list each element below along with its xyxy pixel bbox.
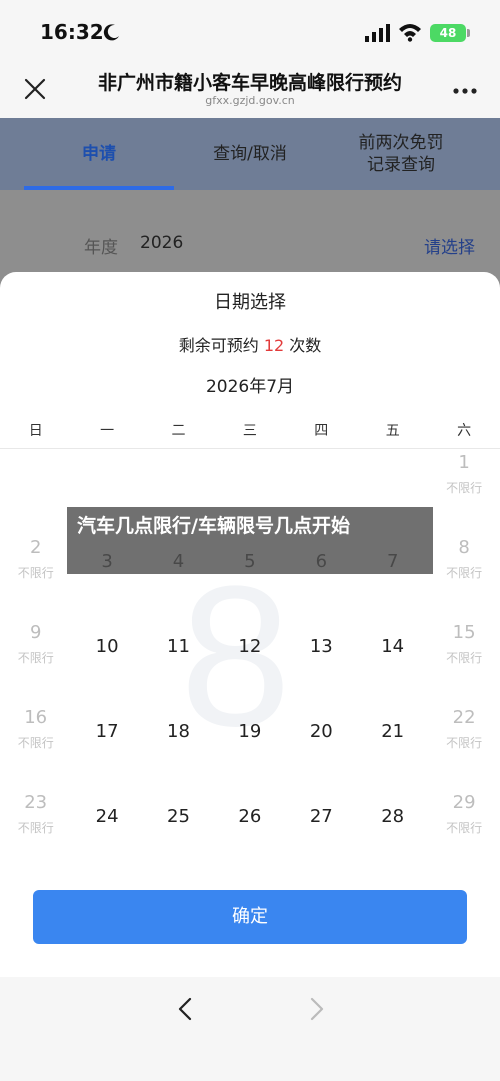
weekday-thu: 四: [314, 423, 329, 439]
status-bar: 16:32 48: [0, 0, 500, 62]
calendar-day-number: 19: [238, 721, 262, 742]
confirm-button[interactable]: 确定: [33, 890, 467, 944]
calendar-day-number: 18: [167, 721, 190, 742]
calendar-day-number: 1: [458, 452, 470, 473]
calendar-day-note: 不限行: [17, 566, 54, 580]
calendar-day[interactable]: 13: [286, 636, 357, 657]
weekday-tue: 二: [171, 423, 186, 439]
calendar-day-number: 13: [309, 636, 333, 657]
calendar-day-number: 23: [24, 792, 48, 813]
calendar-day-number: 21: [381, 721, 405, 742]
weekday-wed: 三: [242, 423, 257, 439]
year-value: 2026: [140, 233, 184, 253]
calendar-day-note: 不限行: [17, 821, 54, 835]
calendar-day: 9 不限行: [0, 622, 71, 666]
calendar-day[interactable]: 26: [214, 806, 285, 827]
calendar-day: 1 不限行: [428, 452, 499, 496]
calendar-day-note: 不限行: [446, 566, 483, 580]
calendar-day-note: 不限行: [17, 651, 54, 665]
signal-icon: [365, 24, 390, 42]
weekday-divider: [0, 448, 500, 449]
calendar-day[interactable]: 25: [143, 806, 214, 827]
remaining-count-text: 剩余可预约 12 次数: [0, 332, 500, 356]
tab-apply[interactable]: 申请: [24, 118, 174, 190]
remaining-prefix: 剩余可预约: [178, 336, 259, 355]
wifi-icon: [399, 24, 421, 42]
calendar-day-note: 不限行: [446, 821, 483, 835]
year-row: 年度 2026 请选择: [0, 190, 500, 272]
calendar-day: 8 不限行: [428, 537, 499, 581]
page-title: 非广州市籍小客车早晚高峰限行预约: [97, 72, 402, 94]
calendar-day-number: 12: [238, 636, 262, 657]
moon-icon: [103, 24, 119, 41]
calendar-day-number: 27: [309, 806, 333, 827]
calendar-day-number: 14: [381, 636, 405, 657]
calendar-day-number: 25: [167, 806, 190, 827]
calendar-day[interactable]: 18: [143, 721, 214, 742]
calendar-day-number: 22: [452, 707, 476, 728]
calendar-day-number: 2: [29, 537, 42, 558]
remaining-suffix: 次数: [289, 336, 322, 355]
calendar-day-number: 15: [452, 622, 476, 643]
title-bar: 非广州市籍小客车早晚高峰限行预约 gfxx.gzjd.gov.cn: [0, 62, 500, 118]
calendar-day-note: 不限行: [17, 736, 54, 750]
sheet-title: 日期选择: [214, 292, 286, 313]
calendar-day-number: 26: [238, 806, 262, 827]
calendar-day-number: 16: [24, 707, 48, 728]
year-select-link[interactable]: 请选择: [424, 233, 475, 258]
calendar-day-number: 29: [452, 792, 476, 813]
calendar-day[interactable]: 10: [71, 636, 142, 657]
caption-overlay: 汽车几点限行/车辆限号几点开始: [67, 507, 433, 574]
tab-bar: 申请 查询/取消 前两次免罚 记录查询: [0, 118, 500, 190]
calendar-day-number: 28: [381, 806, 405, 827]
weekday-fri: 五: [385, 423, 400, 439]
battery-indicator: 48: [430, 24, 466, 42]
browser-nav-bar: [0, 977, 500, 1081]
calendar-day-number: 17: [95, 721, 119, 742]
calendar-day-number: 24: [95, 806, 119, 827]
calendar-day[interactable]: 12: [214, 636, 285, 657]
year-label: 年度: [84, 238, 118, 258]
calendar-day: 15 不限行: [428, 622, 499, 666]
calendar-day: 2 不限行: [0, 537, 71, 581]
calendar-day-note: 不限行: [446, 736, 483, 750]
status-time: 16:32: [40, 20, 104, 44]
weekday-mon: 一: [100, 423, 115, 439]
calendar-day[interactable]: 19: [214, 721, 285, 742]
tab-query-cancel[interactable]: 查询/取消: [175, 118, 325, 190]
more-icon[interactable]: [452, 87, 478, 95]
battery-tip: [467, 29, 470, 37]
calendar-day-note: 不限行: [446, 651, 483, 665]
forward-arrow-icon[interactable]: [302, 995, 330, 1023]
calendar-day[interactable]: 14: [357, 636, 428, 657]
calendar-day: 16 不限行: [0, 707, 71, 751]
calendar-day-number: 8: [458, 537, 470, 558]
calendar-day: 22 不限行: [428, 707, 499, 751]
calendar-day-number: 11: [167, 636, 190, 657]
calendar-day[interactable]: 28: [357, 806, 428, 827]
page-url: gfxx.gzjd.gov.cn: [205, 94, 295, 107]
back-arrow-icon[interactable]: [172, 995, 200, 1023]
calendar-day[interactable]: 11: [143, 636, 214, 657]
tab-exemption-query[interactable]: 前两次免罚 记录查询: [326, 118, 476, 190]
calendar-day-number: 10: [95, 636, 119, 657]
calendar-day: 29 不限行: [428, 792, 499, 836]
weekday-header: 日 一 二 三 四 五 六: [0, 420, 500, 450]
calendar-day[interactable]: 21: [357, 721, 428, 742]
calendar-day-note: 不限行: [446, 481, 483, 495]
calendar-day[interactable]: 27: [286, 806, 357, 827]
calendar-day: 23 不限行: [0, 792, 71, 836]
month-title: 2026年7月: [205, 377, 295, 397]
date-picker-sheet: 日期选择 剩余可预约 12 次数 2026年7月 日 一 二 三 四 五 六 8…: [0, 272, 500, 977]
calendar-day[interactable]: 24: [71, 806, 142, 827]
calendar-day-number: 9: [29, 622, 42, 643]
calendar-day[interactable]: 17: [71, 721, 142, 742]
calendar-day[interactable]: 20: [286, 721, 357, 742]
weekday-sun: 日: [28, 423, 43, 439]
close-icon[interactable]: [22, 76, 48, 102]
weekday-sat: 六: [457, 423, 472, 439]
remaining-count: 12: [263, 336, 285, 355]
calendar-day-number: 20: [309, 721, 333, 742]
caption-text: 汽车几点限行/车辆限号几点开始: [77, 515, 350, 537]
